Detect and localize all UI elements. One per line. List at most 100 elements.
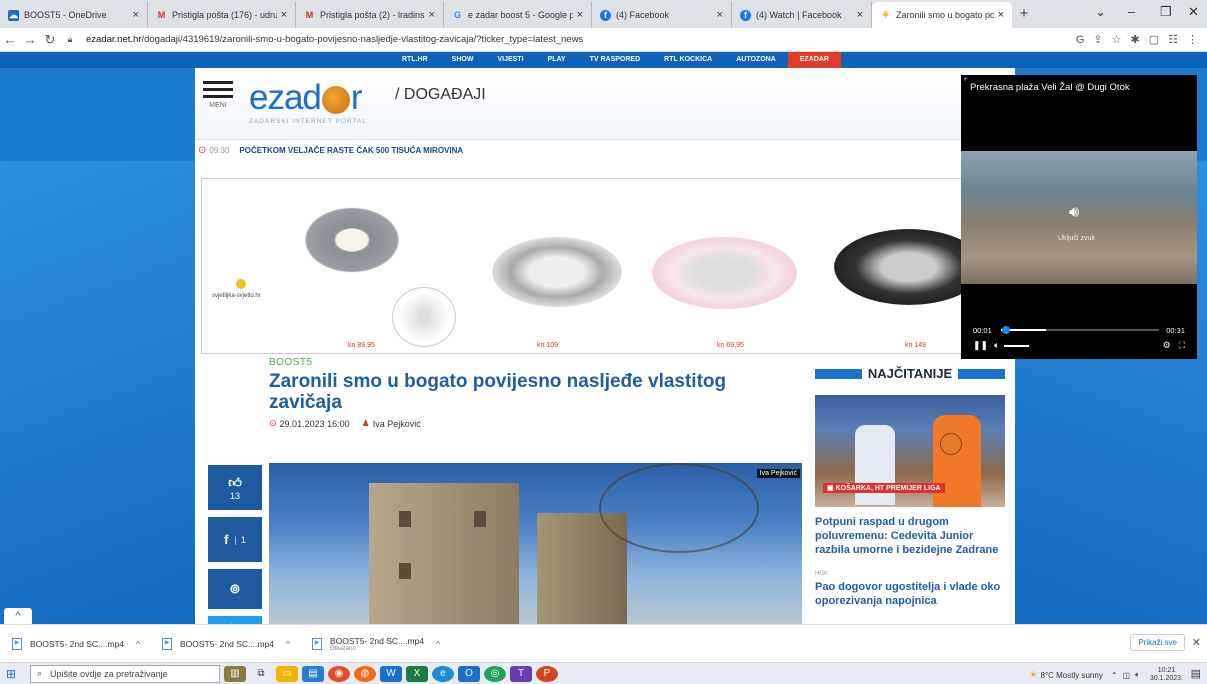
store-icon[interactable]: ▤ (302, 665, 324, 682)
messenger-share-button[interactable]: ⊚ (208, 569, 262, 609)
url-field[interactable]: ezadar.net.hr/dogadaji/4319619/zaronili-… (86, 34, 1076, 45)
maximize-icon[interactable]: ❐ (1160, 4, 1172, 20)
advertisement-banner[interactable]: svjetiljka-svjetlo.hr kn 89,95 kn 109 kn… (201, 178, 1009, 354)
google-lens-icon[interactable]: G (1076, 34, 1085, 46)
tab-facebook-watch[interactable]: f (4) Watch | Facebook × (732, 2, 872, 28)
close-tab-icon[interactable]: × (577, 9, 583, 21)
article-photo[interactable]: Iva Pejković (269, 463, 802, 624)
close-tab-icon[interactable]: × (717, 9, 723, 21)
profile-icon[interactable]: ☷ (1168, 33, 1178, 46)
nav-autozona[interactable]: AUTOZONA (724, 52, 788, 68)
forward-arrow-icon[interactable]: → (20, 32, 40, 47)
fullscreen-icon[interactable]: ⛶ (1179, 340, 1185, 350)
ad-brand-logo: svjetiljka-svjetlo.hr (212, 279, 261, 299)
facebook-share-button[interactable]: f | 1 (208, 517, 262, 562)
like-button[interactable]: 👍︎ 13 (208, 465, 262, 510)
expand-corner-icon[interactable]: ⌜ (964, 77, 968, 86)
most-read-story-2[interactable]: Pao dogovor ugostitelja i vlade oko opor… (815, 580, 1005, 608)
download-item[interactable]: ▶ BOOST5- 2nd SC....mp4 Otkazano ^ (312, 636, 462, 652)
new-tab-button[interactable]: + (1012, 2, 1036, 28)
tab-ezadar-active[interactable]: ⚘Zaronili smo u bogato povijesno× (872, 2, 1012, 28)
taskbar-search[interactable]: ⌕ Upišite ovdje za pretraživanje (30, 664, 220, 683)
scroll-up-button[interactable]: ^ (4, 608, 32, 624)
progress-handle[interactable] (1002, 326, 1010, 334)
tab-onedrive[interactable]: ☁ BOOST5 - OneDrive × (0, 2, 148, 28)
ticker-headline[interactable]: POČETKOM VELJAČE RASTE ČAK 500 TISUĆA MI… (239, 146, 463, 155)
menu-dots-icon[interactable]: ⋮ (1187, 33, 1198, 46)
back-arrow-icon[interactable]: ← (0, 32, 20, 47)
windows-start-icon[interactable]: ⊞ (6, 667, 22, 681)
article-kicker[interactable]: BOOST5 (269, 357, 729, 368)
close-tab-icon[interactable]: × (429, 9, 435, 21)
settings-icon[interactable]: ⚙ (1163, 340, 1171, 350)
teams-icon[interactable]: T (510, 665, 532, 682)
led-fan-image-2 (652, 237, 797, 309)
tab-facebook[interactable]: f (4) Facebook × (592, 2, 732, 28)
facebook-icon: f (224, 532, 229, 547)
chevron-up-icon[interactable]: ^ (136, 639, 140, 649)
tab-gmail-2[interactable]: MPristigla pošta (2) - lradinski@g× (296, 2, 444, 28)
task-view-icon[interactable]: ⧉ (250, 666, 272, 682)
bookmark-star-icon[interactable]: ☆ (1112, 33, 1122, 46)
chrome-icon[interactable]: ◉ (328, 665, 350, 682)
volume-icon[interactable]: 🔈︎ (994, 340, 999, 351)
windows-taskbar: ⊞ ⌕ Upišite ovdje za pretraživanje ▥ ⧉ ▭ … (0, 662, 1207, 684)
nav-play[interactable]: PLAY (536, 52, 578, 68)
picture-in-picture-video[interactable]: ⌜ Prekrasna plaža Veli Žal @ Dugi Otok 🔊… (961, 75, 1197, 359)
sidepanel-icon[interactable]: ▢ (1149, 33, 1159, 46)
extensions-icon[interactable]: ✱ (1131, 33, 1140, 46)
show-all-downloads-button[interactable]: Prikaži sve (1130, 634, 1185, 651)
nav-rtl[interactable]: RTL.HR (390, 52, 440, 68)
tab-google[interactable]: Ge zadar boost 5 - Google pretra× (444, 2, 592, 28)
tab-search-icon[interactable]: ⌄ (1095, 4, 1106, 20)
download-item[interactable]: ▶ BOOST5- 2nd SC....mp4 ^ (12, 637, 162, 650)
download-item[interactable]: ▶ BOOST5- 2nd SC....mp4 ^ (162, 637, 312, 650)
excel-icon[interactable]: X (406, 665, 428, 682)
nav-rtl-kockica[interactable]: RTL KOCKICA (652, 52, 724, 68)
nav-tv-raspored[interactable]: TV RASPORED (578, 52, 653, 68)
facebook-icon: f (740, 9, 751, 21)
nav-ezadar[interactable]: EZADAR (787, 52, 841, 68)
taskbar-clock[interactable]: 10:21 30.1.2023. (1150, 667, 1183, 683)
powerpoint-icon[interactable]: P (536, 665, 558, 682)
close-download-bar-icon[interactable]: ✕ (1192, 636, 1201, 649)
video-frame[interactable]: 🔊︎ Uključi zvuk (961, 151, 1197, 284)
lock-icon[interactable]: 🔒︎ (60, 34, 80, 45)
close-window-icon[interactable]: ✕ (1188, 4, 1199, 20)
nav-show[interactable]: SHOW (440, 52, 486, 68)
article-author[interactable]: Iva Pejković (373, 419, 421, 429)
close-tab-icon[interactable]: × (857, 9, 863, 21)
weather-text[interactable]: 8°C Mostly sunny (1040, 671, 1102, 680)
close-tab-icon[interactable]: × (133, 9, 139, 21)
news-widget-icon[interactable]: ▥ (224, 665, 246, 682)
most-read-story-1[interactable]: Potpuni raspad u drugom poluvremenu: Ced… (815, 515, 1005, 557)
app-icon[interactable]: ◎ (484, 665, 506, 682)
minimize-icon[interactable]: – (1128, 4, 1135, 19)
close-tab-icon[interactable]: × (998, 9, 1004, 21)
outlook-icon[interactable]: O (458, 665, 480, 682)
volume-slider[interactable] (1003, 344, 1029, 347)
edge-icon[interactable]: e (432, 665, 454, 682)
close-tab-icon[interactable]: × (281, 9, 287, 21)
tab-gmail-1[interactable]: MPristigla pošta (176) - udrugazo× (148, 2, 296, 28)
basketball-story-image[interactable]: ▣ KOŠARKA, HT PREMIJER LIGA (815, 395, 1005, 507)
menu-button[interactable]: MENI (203, 77, 233, 109)
chevron-up-icon[interactable]: ^ (286, 639, 290, 649)
chevron-up-icon[interactable]: ^ (436, 639, 440, 649)
nav-vijesti[interactable]: VIJESTI (485, 52, 535, 68)
file-explorer-icon[interactable]: ▭ (276, 665, 298, 682)
ezadar-logo[interactable]: ezad r (249, 78, 363, 118)
notifications-icon[interactable]: ▤ (1191, 667, 1201, 680)
word-icon[interactable]: W (380, 665, 402, 682)
unmute-label[interactable]: Uključi zvuk (1058, 235, 1095, 242)
tray-chevron-up-icon[interactable]: ⌃ (1111, 671, 1118, 680)
volume-icon[interactable]: 🔈︎ (1135, 670, 1140, 680)
firefox-icon[interactable]: ◍ (354, 665, 376, 682)
network-icon[interactable]: ◫ (1123, 671, 1131, 680)
led-fan-image-1 (492, 237, 622, 307)
share-icon[interactable]: ⇪ (1093, 33, 1102, 46)
pause-icon[interactable]: ❚❚ (973, 340, 988, 351)
speaker-icon[interactable]: 🔊︎ (1069, 204, 1079, 222)
video-progress-bar[interactable] (1001, 326, 1159, 334)
reload-icon[interactable]: ↻ (40, 32, 60, 48)
